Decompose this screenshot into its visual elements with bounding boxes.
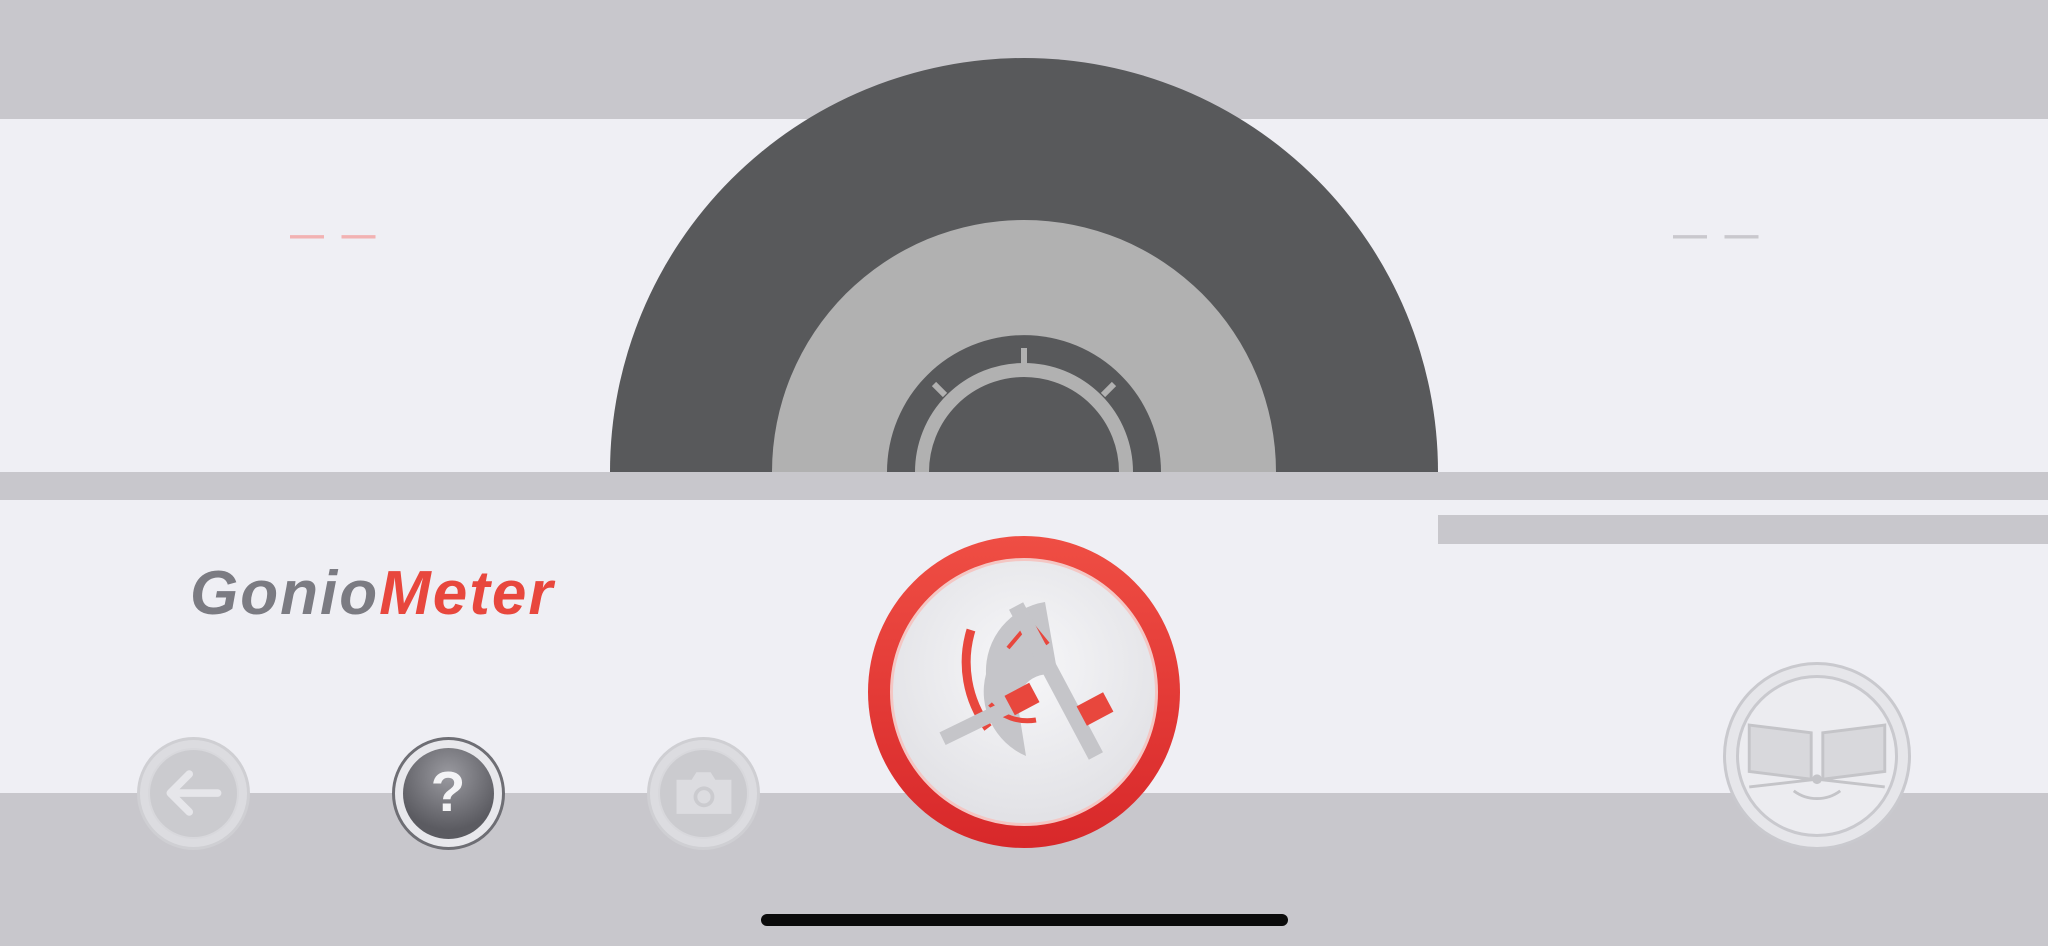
- logo-meter: Meter: [379, 559, 555, 628]
- measure-button[interactable]: [868, 536, 1180, 848]
- help-button[interactable]: ?: [392, 737, 505, 850]
- gonio-meter-logo: GonioMeter: [190, 563, 554, 625]
- home-indicator[interactable]: [761, 914, 1288, 926]
- level-indicator-bar: [1438, 515, 2048, 544]
- arrow-left-icon: [166, 770, 222, 816]
- logo-gonio: Gonio: [190, 559, 380, 628]
- back-button[interactable]: [137, 737, 250, 850]
- left-angle-reading: — —: [290, 216, 380, 254]
- help-glyph: ?: [431, 761, 466, 824]
- camera-button[interactable]: [647, 737, 760, 850]
- goniometer-icon: [939, 602, 1114, 760]
- right-angle-reading: — —: [1673, 216, 1763, 254]
- help-icon: ?: [431, 761, 466, 824]
- mirror-mode-button[interactable]: [1723, 662, 1911, 850]
- mirror-book-icon: [1747, 723, 1887, 801]
- camera-icon: [676, 772, 732, 814]
